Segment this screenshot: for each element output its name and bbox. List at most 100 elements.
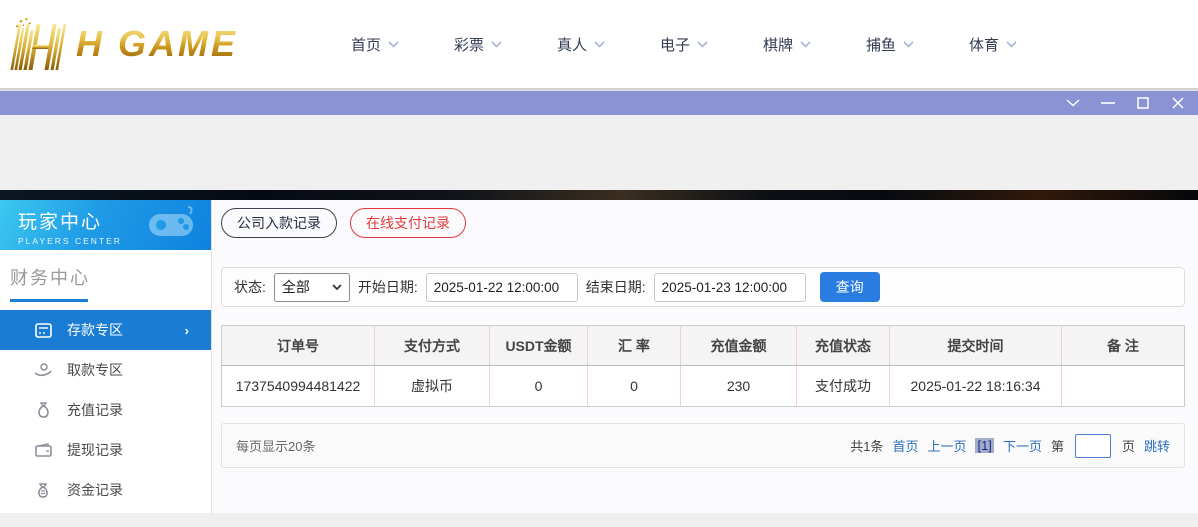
spacer-band: [0, 115, 1198, 190]
main-panel: 公司入款记录 在线支付记录 状态: 全部 开始日期: 结束日期: 查询: [212, 200, 1198, 513]
cell-recharge-status: 支付成功: [796, 365, 890, 407]
nav-label: 棋牌: [762, 36, 793, 54]
finance-section-title: 财务中心: [10, 268, 90, 288]
status-label: 状态:: [234, 279, 266, 295]
close-icon[interactable]: [1170, 95, 1186, 111]
sidebar-item-label: 资金记录: [67, 482, 123, 498]
nav-label: 首页: [350, 36, 381, 54]
nav-label: 捕鱼: [865, 36, 896, 54]
nav-item-cards[interactable]: 棋牌: [752, 34, 822, 55]
nav-item-sports[interactable]: 体育: [958, 34, 1028, 55]
tab-online-payment-records[interactable]: 在线支付记录: [350, 208, 466, 238]
nav-item-slots[interactable]: 电子: [649, 34, 719, 55]
chevron-right-icon: ›: [184, 322, 189, 338]
status-select[interactable]: 全部: [273, 272, 350, 302]
cell-exchange-rate: 0: [587, 365, 681, 407]
chevron-down-icon: [903, 40, 914, 48]
record-tabs: 公司入款记录 在线支付记录: [221, 208, 1185, 238]
first-page-link[interactable]: 首页: [892, 436, 918, 455]
page-jump-input[interactable]: [1074, 433, 1111, 458]
jump-label-pre: 第: [1050, 439, 1064, 454]
chevron-down-icon: [1006, 40, 1017, 48]
deposit-icon: [34, 321, 52, 339]
collapse-icon[interactable]: [1065, 95, 1081, 111]
site-header: H GAME 首页 彩票 真人 电子 棋牌 捕鱼 体育: [0, 0, 1198, 88]
current-page-indicator[interactable]: [1]: [975, 438, 994, 453]
prev-page-link[interactable]: 上一页: [927, 436, 966, 455]
nav-label: 体育: [968, 36, 999, 54]
logo-text: H GAME: [76, 23, 238, 64]
col-exchange-rate: 汇 率: [587, 325, 681, 366]
tab-company-deposit-records[interactable]: 公司入款记录: [221, 208, 337, 238]
nav-label: 电子: [659, 36, 690, 54]
cell-usdt-amount: 0: [489, 365, 588, 407]
chevron-down-icon: [594, 40, 605, 48]
main-nav: 首页 彩票 真人 电子 棋牌 捕鱼 体育: [340, 34, 1028, 55]
sidebar-item-withdrawal-records[interactable]: 提现记录: [0, 430, 211, 470]
sidebar-item-recharge-records[interactable]: 充值记录: [0, 390, 211, 430]
status-select-value: 全部: [281, 279, 310, 295]
col-payment-method: 支付方式: [374, 325, 490, 366]
start-date-input[interactable]: [425, 272, 578, 302]
end-date-input[interactable]: [653, 272, 806, 302]
finance-underline: [10, 299, 88, 302]
gamepad-icon: [149, 206, 193, 236]
nav-label: 真人: [556, 36, 587, 54]
nav-item-home[interactable]: 首页: [340, 34, 410, 55]
col-submit-time: 提交时间: [889, 325, 1062, 366]
col-recharge-amount: 充值金额: [680, 325, 797, 366]
finance-section: 财务中心: [0, 250, 211, 302]
footer-strip: [0, 513, 1198, 527]
cell-payment-method: 虚拟币: [374, 365, 490, 407]
chevron-down-icon: [800, 40, 811, 48]
end-date-label: 结束日期:: [585, 279, 646, 295]
total-count-text: 共1条: [850, 439, 884, 454]
window-titlebar: [0, 91, 1198, 115]
col-remark: 备 注: [1061, 325, 1185, 366]
jump-button[interactable]: 跳转: [1144, 436, 1170, 455]
start-date-label: 开始日期:: [357, 279, 418, 295]
search-button[interactable]: 查询: [819, 272, 880, 302]
sidebar-header: 玩家中心 PLAYERS CENTER: [0, 200, 211, 250]
next-page-link[interactable]: 下一页: [1003, 436, 1042, 455]
sidebar-item-label: 提现记录: [67, 442, 123, 458]
logo-stripes-icon: [10, 17, 67, 70]
sidebar-item-withdraw[interactable]: 取款专区: [0, 350, 211, 390]
logo[interactable]: H GAME: [8, 16, 288, 72]
sidebar-item-label: 存款专区: [67, 322, 123, 338]
nav-item-fishing[interactable]: 捕鱼: [855, 34, 925, 55]
maximize-icon[interactable]: [1135, 95, 1151, 111]
sidebar-item-funds-records[interactable]: 资金记录: [0, 470, 211, 510]
cell-remark: [1061, 365, 1185, 407]
nav-item-live[interactable]: 真人: [546, 34, 616, 55]
pagination-bar: 每页显示20条 共1条 首页 上一页 [1] 下一页 第 页 跳转: [221, 423, 1185, 468]
recharge-records-icon: [34, 401, 52, 419]
sidebar-item-deposit[interactable]: 存款专区 ›: [0, 310, 211, 350]
chevron-down-icon: [491, 40, 502, 48]
sidebar-menu: 存款专区 › 取款专区 充值记录 提现记录 资金记录: [0, 310, 211, 510]
nav-label: 彩票: [453, 36, 484, 54]
chevron-down-icon: [388, 40, 399, 48]
sidebar-item-label: 充值记录: [67, 402, 123, 418]
app-window: H GAME 首页 彩票 真人 电子 棋牌 捕鱼 体育 玩家中心 PLAYERS…: [0, 0, 1198, 527]
banner-strip: [0, 190, 1198, 200]
sidebar: 玩家中心 PLAYERS CENTER 财务中心 存款专区 › 取款专区 充值记…: [0, 200, 212, 513]
col-usdt-amount: USDT金额: [489, 325, 588, 366]
cell-submit-time: 2025-01-22 18:16:34: [889, 365, 1062, 407]
filter-bar: 状态: 全部 开始日期: 结束日期: 查询: [221, 267, 1185, 307]
col-recharge-status: 充值状态: [796, 325, 890, 366]
records-table: 订单号 支付方式 USDT金额 汇 率 充值金额 充值状态 提交时间 备 注 1…: [221, 325, 1185, 407]
cell-order-id: 1737540994481422: [235, 378, 361, 394]
select-arrow-icon: [332, 284, 342, 290]
page-size-text: 每页显示20条: [236, 439, 316, 454]
cell-recharge-amount: 230: [680, 365, 797, 407]
jump-label-post: 页: [1121, 439, 1135, 454]
nav-item-lottery[interactable]: 彩票: [443, 34, 513, 55]
minimize-icon[interactable]: [1100, 95, 1116, 111]
pagination-controls: 共1条 首页 上一页 [1] 下一页 第 页 跳转: [850, 433, 1170, 458]
funds-records-icon: [34, 481, 52, 499]
table-row: 1737540994481422 虚拟币 0 0 230 支付成功 2025-0…: [222, 365, 1185, 407]
chevron-down-icon: [697, 40, 708, 48]
sidebar-item-label: 取款专区: [67, 362, 123, 378]
withdrawal-records-icon: [34, 441, 52, 459]
